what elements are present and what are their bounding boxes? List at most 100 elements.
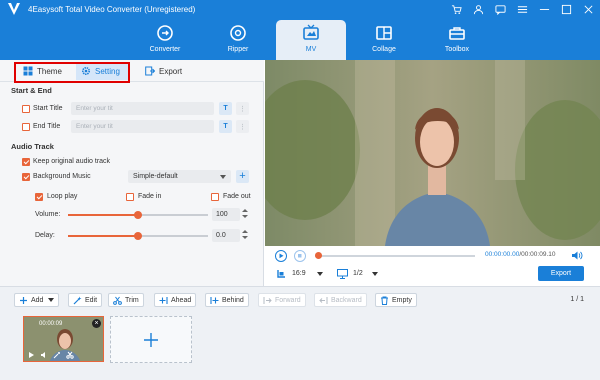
forward-label: Forward bbox=[275, 296, 301, 304]
progress-handle[interactable] bbox=[315, 252, 322, 259]
trim-button[interactable]: Trim bbox=[108, 293, 144, 307]
toolbox-icon bbox=[449, 27, 465, 40]
aspect-ratio-value[interactable]: 16:9 bbox=[292, 270, 306, 277]
ahead-button[interactable]: Ahead bbox=[154, 293, 197, 307]
tab-label: Collage bbox=[372, 46, 396, 53]
add-button[interactable]: Add bbox=[14, 293, 60, 307]
forward-icon bbox=[263, 296, 272, 304]
fade-out-checkbox[interactable] bbox=[211, 193, 219, 201]
tab-mv[interactable]: MV bbox=[276, 20, 346, 60]
play-button[interactable] bbox=[275, 250, 287, 262]
remove-clip-icon[interactable]: × bbox=[92, 319, 101, 328]
backward-icon bbox=[319, 296, 328, 304]
backward-label: Backward bbox=[331, 296, 362, 304]
collage-icon bbox=[376, 26, 392, 40]
audio-track-heading: Audio Track bbox=[11, 142, 54, 151]
preview-image bbox=[265, 60, 600, 246]
play-icon[interactable] bbox=[27, 351, 35, 359]
preview-page-value[interactable]: 1/2 bbox=[353, 270, 363, 277]
plus-icon bbox=[20, 296, 27, 304]
start-title-extra-button[interactable]: ⋮ bbox=[236, 102, 249, 115]
keep-audio-label: Keep original audio track bbox=[33, 158, 111, 165]
clip-thumbnail[interactable]: 00:00:09 × bbox=[23, 316, 104, 362]
close-icon[interactable] bbox=[583, 4, 594, 15]
user-icon[interactable] bbox=[473, 4, 484, 15]
tab-ripper[interactable]: Ripper bbox=[203, 20, 273, 60]
delay-slider-handle[interactable] bbox=[134, 232, 142, 240]
empty-label: Empty bbox=[392, 296, 412, 304]
page-chevron-down-icon[interactable] bbox=[372, 272, 378, 276]
monitor-icon bbox=[337, 269, 348, 279]
start-end-heading: Start & End bbox=[11, 86, 52, 95]
delay-value[interactable]: 0.0 bbox=[212, 229, 240, 242]
magic-wand-icon bbox=[73, 296, 82, 304]
window-title: 4Easysoft Total Video Converter (Unregis… bbox=[28, 5, 196, 14]
export-icon bbox=[145, 66, 155, 76]
behind-button[interactable]: Behind bbox=[205, 293, 249, 307]
bracket-plus-icon bbox=[210, 296, 219, 304]
add-music-button[interactable]: + bbox=[236, 170, 249, 183]
trash-icon bbox=[381, 296, 388, 305]
end-title-checkbox[interactable] bbox=[22, 123, 30, 131]
tab-label: Ripper bbox=[227, 46, 249, 53]
tab-converter[interactable]: Converter bbox=[130, 20, 200, 60]
audio-icon[interactable] bbox=[40, 351, 48, 359]
converter-icon bbox=[157, 25, 173, 41]
timeline-area: Add Edit Trim Ahead Behind Forward Backw… bbox=[0, 286, 600, 380]
backward-button[interactable]: Backward bbox=[314, 293, 367, 307]
start-title-font-button[interactable]: T bbox=[219, 102, 232, 115]
fade-in-checkbox[interactable] bbox=[126, 193, 134, 201]
add-chevron-down-icon bbox=[48, 298, 55, 302]
empty-button[interactable]: Empty bbox=[375, 293, 417, 307]
stop-button[interactable] bbox=[294, 250, 306, 262]
minimize-icon[interactable] bbox=[539, 4, 550, 15]
feedback-icon[interactable] bbox=[495, 4, 506, 15]
tab-export[interactable]: Export bbox=[140, 62, 187, 80]
highlight-box bbox=[14, 62, 130, 83]
end-title-extra-button[interactable]: ⋮ bbox=[236, 120, 249, 133]
music-select-value: Simple-default bbox=[133, 173, 178, 180]
start-title-input[interactable]: Enter your tit bbox=[71, 102, 214, 115]
background-music-checkbox[interactable] bbox=[22, 173, 30, 181]
forward-button[interactable]: Forward bbox=[258, 293, 306, 307]
playback-progress[interactable] bbox=[315, 252, 475, 259]
tab-toolbox[interactable]: Toolbox bbox=[422, 20, 492, 60]
volume-slider-handle[interactable] bbox=[134, 211, 142, 219]
magic-wand-icon[interactable] bbox=[53, 351, 61, 359]
ripper-icon bbox=[230, 25, 246, 41]
tab-label: MV bbox=[305, 46, 317, 53]
window-controls bbox=[451, 4, 594, 15]
end-title-label: End Title bbox=[33, 123, 61, 130]
keep-audio-checkbox[interactable] bbox=[22, 158, 30, 166]
total-time: /00:00:09.10 bbox=[519, 251, 556, 258]
plus-bracket-icon bbox=[159, 296, 168, 304]
end-title-input[interactable]: Enter your tit bbox=[71, 120, 214, 133]
maximize-icon[interactable] bbox=[561, 4, 572, 15]
volume-stepper[interactable] bbox=[242, 208, 248, 220]
tab-export-label: Export bbox=[159, 66, 183, 76]
settings-panel: Theme Setting Export Start & End Start T… bbox=[0, 60, 264, 286]
end-title-font-button[interactable]: T bbox=[219, 120, 232, 133]
delay-slider[interactable] bbox=[68, 232, 208, 240]
page-indicator: 1 / 1 bbox=[570, 296, 584, 303]
edit-label: Edit bbox=[85, 296, 98, 304]
start-title-checkbox[interactable] bbox=[22, 105, 30, 113]
aspect-chevron-down-icon[interactable] bbox=[317, 272, 323, 276]
scissors-icon[interactable] bbox=[66, 351, 74, 359]
app-logo-icon bbox=[8, 3, 20, 15]
loop-play-checkbox[interactable] bbox=[35, 193, 43, 201]
tab-collage[interactable]: Collage bbox=[349, 20, 419, 60]
cart-icon[interactable] bbox=[451, 4, 462, 15]
edit-button[interactable]: Edit bbox=[68, 293, 103, 307]
music-select[interactable]: Simple-default bbox=[128, 170, 231, 183]
delay-stepper[interactable] bbox=[242, 229, 248, 241]
menu-icon[interactable] bbox=[517, 4, 528, 15]
volume-icon[interactable] bbox=[571, 250, 583, 261]
export-button[interactable]: Export bbox=[538, 266, 584, 281]
volume-slider[interactable] bbox=[68, 211, 208, 219]
volume-value[interactable]: 100 bbox=[212, 208, 240, 221]
clip-duration: 00:00:09 bbox=[39, 321, 63, 327]
preview-panel: 00:00:00.00/00:00:09.10 16:9 1/2 Export bbox=[265, 60, 600, 286]
timecode: 00:00:00.00/00:00:09.10 bbox=[485, 251, 556, 258]
add-clip-tile[interactable] bbox=[110, 316, 192, 363]
